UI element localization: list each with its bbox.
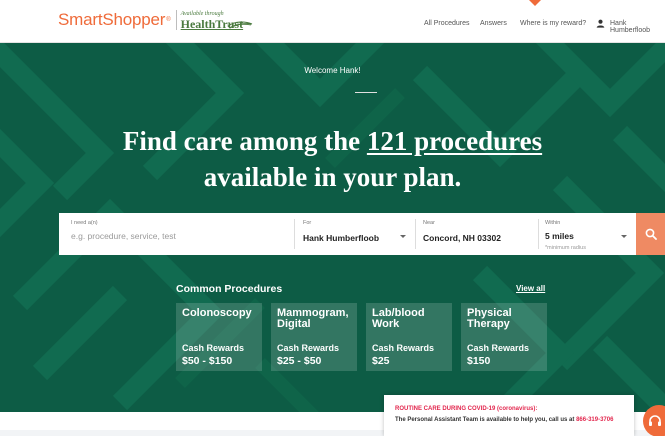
within-value: 5 miles	[545, 231, 574, 241]
covid-notice-title: ROUTINE CARE DURING COVID-19 (coronaviru…	[395, 406, 538, 412]
reward-label: Cash Rewards	[277, 343, 340, 353]
field-divider	[415, 219, 416, 249]
procedure-name: Lab/blood Work	[372, 307, 425, 330]
view-all-link[interactable]: View all	[516, 284, 545, 293]
brand-name: SmartShopper	[58, 10, 166, 29]
reward-amount: $25	[372, 355, 390, 367]
procedure-card-lab-blood-work[interactable]: Lab/blood Work Cash Rewards $25	[366, 303, 452, 371]
reward-label: Cash Rewards	[372, 343, 435, 353]
near-field[interactable]: Near Concord, NH 03302	[423, 213, 533, 255]
reward-label: Cash Rewards	[182, 343, 245, 353]
headset-icon	[649, 415, 661, 426]
procedure-card-colonoscopy[interactable]: Colonoscopy Cash Rewards $50 - $150	[176, 303, 262, 371]
for-label: For	[303, 220, 312, 226]
hero-section: Welcome Hank! Find care among the 121 pr…	[0, 43, 665, 412]
welcome-divider	[355, 92, 377, 93]
top-header: SmartShopper ® Available through HealthT…	[0, 0, 665, 43]
procedures-count-link[interactable]: 121 procedures	[367, 126, 542, 156]
brand-logo[interactable]: SmartShopper ® Available through HealthT…	[58, 10, 252, 30]
reward-amount: $50 - $150	[182, 355, 233, 367]
nav-all-procedures[interactable]: All Procedures	[424, 20, 470, 27]
reward-amount: $150	[467, 355, 491, 367]
user-icon[interactable]	[596, 19, 605, 28]
search-icon	[645, 228, 657, 240]
common-procedures-title: Common Procedures	[176, 283, 283, 295]
chevron-down-icon	[400, 235, 406, 238]
near-value: Concord, NH 03302	[423, 233, 501, 243]
search-button[interactable]	[636, 213, 665, 255]
partner-tagline: Available through	[180, 10, 224, 17]
welcome-message: Welcome Hank!	[304, 66, 361, 75]
procedure-name: Mammogram, Digital	[277, 307, 349, 330]
procedure-card-mammogram[interactable]: Mammogram, Digital Cash Rewards $25 - $5…	[271, 303, 357, 371]
need-label: I need a(n)	[71, 220, 98, 226]
partner-logo: Available through HealthTrust	[180, 10, 252, 30]
within-note: *minimum radius	[545, 245, 586, 251]
covid-notice-text: The Personal Assistant Team is available…	[395, 417, 613, 423]
brand-divider	[175, 10, 177, 30]
headline-suffix: available in your plan.	[203, 162, 462, 192]
covid-notice-message: The Personal Assistant Team is available…	[395, 417, 577, 423]
procedure-name: Physical Therapy	[467, 307, 512, 330]
hero-headline: Find care among the 121 procedures avail…	[0, 123, 665, 195]
within-select[interactable]: Within 5 miles *minimum radius	[545, 213, 633, 255]
reward-label: Cash Rewards	[467, 343, 530, 353]
active-nav-pointer-icon	[529, 0, 541, 6]
headline-prefix: Find care among the	[122, 126, 367, 156]
nav-where-is-my-reward[interactable]: Where is my reward?	[520, 20, 586, 27]
field-divider	[538, 219, 539, 249]
procedure-card-physical-therapy[interactable]: Physical Therapy Cash Rewards $150	[461, 303, 547, 371]
need-field[interactable]: I need a(n)	[71, 213, 289, 255]
procedure-search-input[interactable]	[71, 231, 281, 241]
near-label: Near	[423, 220, 435, 226]
procedure-name: Colonoscopy	[182, 307, 252, 319]
chevron-down-icon	[621, 235, 627, 238]
search-bar: I need a(n) For Hank Humberfloob Near Co…	[59, 213, 665, 255]
brand-trademark: ®	[166, 17, 171, 23]
covid-notice: ROUTINE CARE DURING COVID-19 (coronaviru…	[384, 395, 634, 436]
field-divider	[294, 219, 295, 249]
reward-amount: $25 - $50	[277, 355, 322, 367]
support-phone-link[interactable]: 866-319-3706	[576, 417, 613, 423]
chat-support-button[interactable]	[643, 405, 665, 436]
for-select[interactable]: For Hank Humberfloob	[303, 213, 409, 255]
nav-answers[interactable]: Answers	[480, 20, 507, 27]
for-value: Hank Humberfloob	[303, 233, 380, 243]
partner-swoosh-icon	[226, 20, 252, 29]
user-name[interactable]: Hank Humberfloob	[610, 20, 665, 34]
within-label: Within	[545, 220, 561, 226]
